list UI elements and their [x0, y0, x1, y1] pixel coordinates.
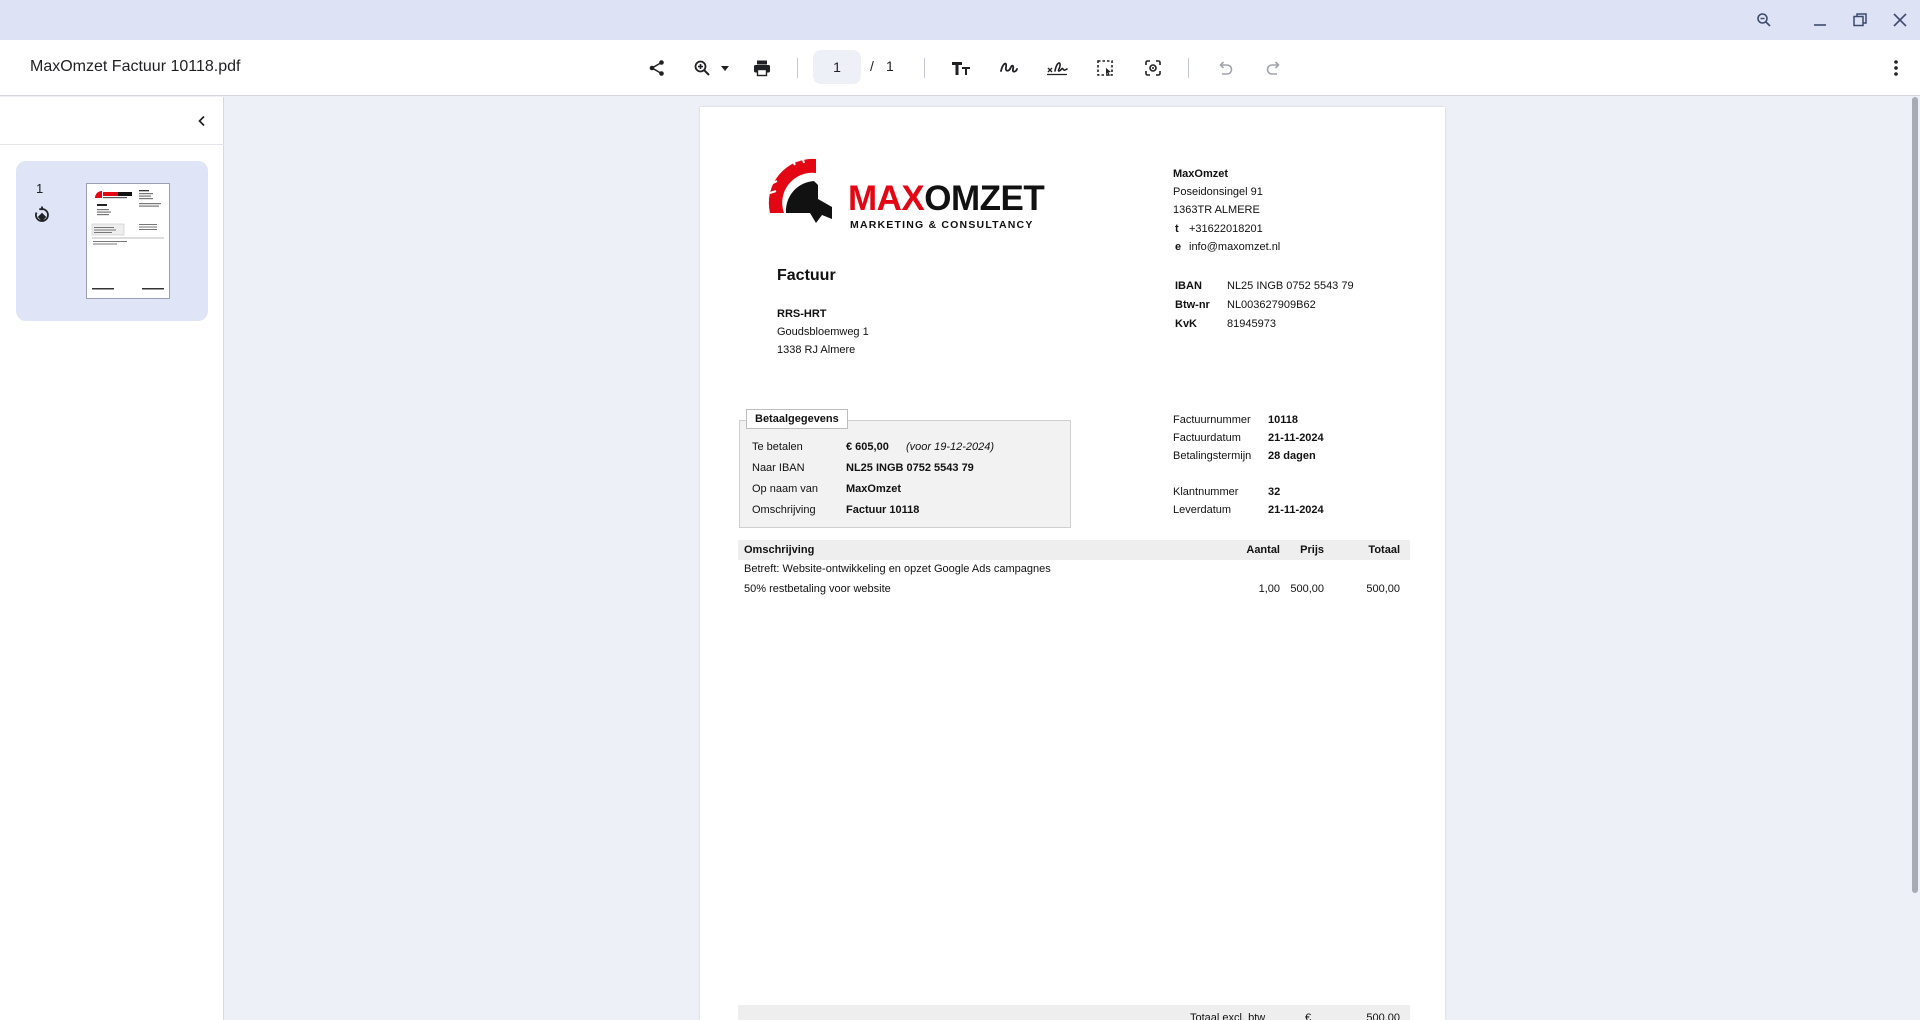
maxomzet-logo-icon — [768, 155, 832, 223]
toolbar-divider — [797, 58, 798, 78]
text-annotation-button[interactable] — [947, 54, 975, 82]
item-total: 500,00 — [1366, 583, 1400, 595]
kvk-label: KvK — [1175, 318, 1198, 330]
payment-label: Te betalen — [752, 441, 803, 453]
company-name: MaxOmzet — [1173, 168, 1229, 180]
payment-due-note: (voor 19-12-2024) — [906, 441, 995, 453]
company-kvk: 81945973 — [1227, 318, 1276, 330]
print-icon — [754, 60, 770, 77]
company-street: Poseidonsingel 91 — [1173, 186, 1263, 198]
payment-name: MaxOmzet — [846, 483, 902, 495]
company-phone: +31622018201 — [1189, 223, 1263, 235]
meta-value: 10118 — [1268, 414, 1298, 426]
payment-description: Factuur 10118 — [846, 504, 920, 516]
restore-icon[interactable] — [1848, 8, 1872, 32]
window-title-bar — [0, 0, 1920, 40]
undo-icon — [1219, 61, 1233, 75]
totals-label: Totaal excl. btw — [1190, 1012, 1266, 1020]
signature-icon — [1047, 62, 1068, 76]
select-area-button[interactable] — [1091, 54, 1119, 82]
zoom-dropdown-button[interactable] — [712, 54, 738, 82]
more-options-button[interactable] — [1882, 54, 1910, 82]
zoom-icon[interactable] — [1752, 8, 1776, 32]
meta-label: Factuurdatum — [1173, 432, 1241, 444]
meta-label: Leverdatum — [1173, 504, 1232, 516]
thumbnail-image — [86, 183, 170, 299]
totals-value: 500,00 — [1366, 1012, 1400, 1020]
text-size-icon — [952, 62, 970, 75]
meta-value: 28 dagen — [1268, 450, 1316, 462]
company-btw: NL003627909B62 — [1227, 299, 1316, 311]
payment-label: Op naam van — [752, 483, 819, 495]
invoice-heading: Factuur — [777, 267, 836, 284]
brand-max: MAX — [848, 179, 925, 218]
company-iban: NL25 INGB 0752 5543 79 — [1227, 280, 1354, 292]
pdf-page: MAXOMZET MARKETING & CONSULTANCY Factuur… — [700, 107, 1445, 1020]
page-thumbnail-1[interactable]: 1 — [16, 161, 208, 321]
brand-omzet: OMZET — [924, 179, 1045, 218]
draw-icon — [1000, 62, 1018, 73]
column-header-total: Totaal — [1368, 544, 1400, 556]
pdf-toolbar: MaxOmzet Factuur 10118.pdf 1 / 1 — [0, 40, 1920, 96]
rotate-icon — [35, 206, 49, 222]
document-title: MaxOmzet Factuur 10118.pdf — [30, 58, 241, 75]
page-separator: / — [870, 58, 874, 74]
btw-label: Btw-nr — [1175, 299, 1210, 311]
meta-label: Factuurnummer — [1173, 414, 1251, 426]
meta-label: Klantnummer — [1173, 486, 1239, 498]
meta-value: 32 — [1268, 486, 1281, 498]
client-city: 1338 RJ Almere — [777, 344, 856, 356]
share-button[interactable] — [643, 54, 671, 82]
company-city: 1363TR ALMERE — [1173, 204, 1260, 216]
toolbar-divider — [924, 58, 925, 78]
item-description: 50% restbetaling voor website — [744, 583, 891, 595]
meta-value: 21-11-2024 — [1268, 432, 1324, 444]
company-email: info@maxomzet.nl — [1189, 241, 1281, 253]
caret-down-icon — [721, 66, 729, 71]
signature-button[interactable] — [1043, 54, 1071, 82]
iban-label: IBAN — [1175, 280, 1202, 292]
scrollbar-thumb[interactable] — [1912, 97, 1918, 893]
redo-button[interactable] — [1260, 54, 1288, 82]
payment-details-title: Betaalgegevens — [746, 409, 848, 429]
lens-icon — [1145, 60, 1161, 76]
client-street: Goudsbloemweg 1 — [777, 326, 869, 338]
zoom-in-icon — [694, 60, 710, 76]
payment-label: Naar IBAN — [752, 462, 805, 474]
page-number-input[interactable]: 1 — [813, 50, 861, 84]
document-viewer: MAXOMZET MARKETING & CONSULTANCY Factuur… — [225, 97, 1910, 1020]
items-regarding: Betreft: Website-ontwikkeling en opzet G… — [744, 563, 1051, 575]
more-vertical-icon — [1894, 60, 1898, 76]
meta-value: 21-11-2024 — [1268, 504, 1324, 516]
sidebar-header — [0, 97, 224, 145]
page-total: 1 — [886, 58, 894, 74]
minimize-icon[interactable] — [1808, 8, 1832, 32]
phone-label: t — [1175, 223, 1179, 235]
payment-iban: NL25 INGB 0752 5543 79 — [846, 462, 974, 474]
toolbar-divider — [1188, 58, 1189, 78]
payment-label: Omschrijving — [752, 504, 816, 516]
undo-button[interactable] — [1211, 54, 1239, 82]
print-button[interactable] — [748, 54, 776, 82]
brand-name: MAXOMZET — [848, 179, 1045, 219]
collapse-sidebar-button[interactable] — [190, 109, 214, 133]
redo-icon — [1266, 61, 1280, 75]
payment-amount: € 605,00 — [846, 441, 889, 453]
chevron-left-icon — [198, 115, 205, 127]
share-icon — [649, 60, 664, 76]
brand-tagline: MARKETING & CONSULTANCY — [850, 219, 1034, 231]
rotate-page-button[interactable] — [30, 203, 54, 227]
screenshot-search-button[interactable] — [1139, 54, 1167, 82]
column-header-description: Omschrijving — [744, 544, 815, 556]
selection-icon — [1097, 60, 1113, 76]
thumbnail-page-number: 1 — [36, 181, 44, 196]
thumbnail-sidebar: 1 — [0, 97, 224, 1020]
email-label: e — [1175, 241, 1182, 253]
client-name: RRS-HRT — [777, 308, 827, 320]
close-icon[interactable] — [1888, 8, 1912, 32]
draw-button[interactable] — [995, 54, 1023, 82]
meta-label: Betalingstermijn — [1173, 450, 1252, 462]
vertical-scrollbar[interactable] — [1910, 97, 1920, 1020]
